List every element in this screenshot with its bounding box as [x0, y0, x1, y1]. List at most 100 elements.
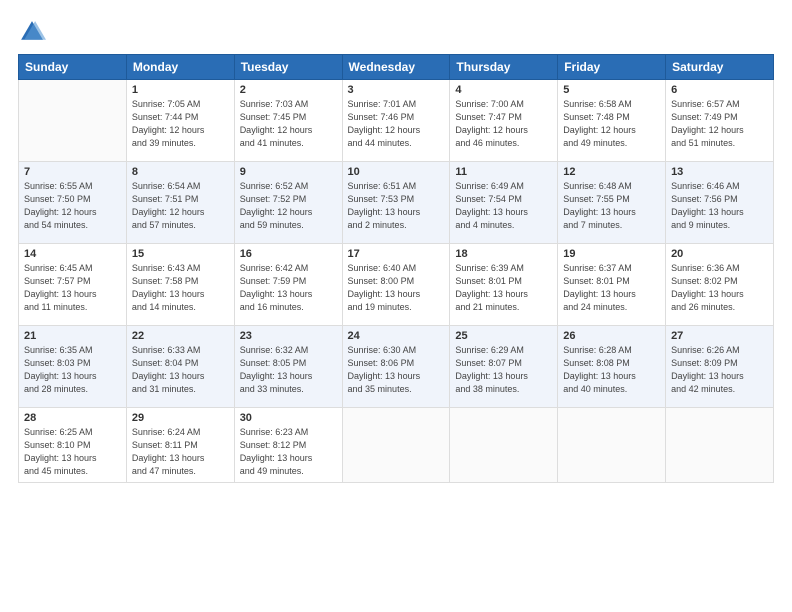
calendar-header-monday: Monday: [126, 55, 234, 80]
day-number: 22: [132, 330, 229, 342]
header: [18, 18, 774, 46]
day-info: Sunrise: 7:01 AMSunset: 7:46 PMDaylight:…: [348, 98, 445, 150]
calendar-cell: 27Sunrise: 6:26 AMSunset: 8:09 PMDayligh…: [666, 326, 774, 408]
day-number: 24: [348, 330, 445, 342]
day-info: Sunrise: 7:00 AMSunset: 7:47 PMDaylight:…: [455, 98, 552, 150]
calendar-cell: 6Sunrise: 6:57 AMSunset: 7:49 PMDaylight…: [666, 80, 774, 162]
calendar-cell: 14 Sunrise: 6:45 AMSunset: 7:57 PMDayligh…: [19, 244, 127, 326]
calendar-cell: 26 Sunrise: 6:28 AMSunset: 8:08 PMDayligh…: [558, 326, 666, 408]
day-number: 28: [24, 412, 121, 424]
calendar-cell: [450, 408, 558, 483]
calendar-cell: 24 Sunrise: 6:30 AMSunset: 8:06 PMDayligh…: [342, 326, 450, 408]
day-info: Sunrise: 6:32 AMSunset: 8:05 PMDaylight:…: [240, 344, 337, 396]
calendar-cell: 3 Sunrise: 7:01 AMSunset: 7:46 PMDaylight…: [342, 80, 450, 162]
day-number: 25: [455, 330, 552, 342]
day-info: Sunrise: 7:05 AMSunset: 7:44 PMDaylight:…: [132, 98, 229, 150]
calendar-header-saturday: Saturday: [666, 55, 774, 80]
logo: [18, 18, 50, 46]
day-info: Sunrise: 6:30 AMSunset: 8:06 PMDaylight:…: [348, 344, 445, 396]
calendar-cell: 11 Sunrise: 6:49 AMSunset: 7:54 PMDayligh…: [450, 162, 558, 244]
day-number: 3: [348, 84, 445, 96]
day-number: 1: [132, 84, 229, 96]
calendar-header-friday: Friday: [558, 55, 666, 80]
day-number: 18: [455, 248, 552, 260]
calendar-table: SundayMondayTuesdayWednesdayThursdayFrid…: [18, 54, 774, 483]
day-info: Sunrise: 6:36 AMSunset: 8:02 PMDaylight:…: [671, 262, 768, 314]
day-number: 14: [24, 248, 121, 260]
day-info: Sunrise: 6:55 AMSunset: 7:50 PMDaylight:…: [24, 180, 121, 232]
day-info: Sunrise: 6:52 AMSunset: 7:52 PMDaylight:…: [240, 180, 337, 232]
day-number: 23: [240, 330, 337, 342]
calendar-header-sunday: Sunday: [19, 55, 127, 80]
calendar-cell: 16 Sunrise: 6:42 AMSunset: 7:59 PMDayligh…: [234, 244, 342, 326]
day-info: Sunrise: 6:39 AMSunset: 8:01 PMDaylight:…: [455, 262, 552, 314]
logo-icon: [18, 18, 46, 46]
day-info: Sunrise: 6:35 AMSunset: 8:03 PMDaylight:…: [24, 344, 121, 396]
calendar-cell: 17Sunrise: 6:40 AMSunset: 8:00 PMDayligh…: [342, 244, 450, 326]
calendar-cell: [558, 408, 666, 483]
day-info: Sunrise: 6:48 AMSunset: 7:55 PMDaylight:…: [563, 180, 660, 232]
calendar-header-row: SundayMondayTuesdayWednesdayThursdayFrid…: [19, 55, 774, 80]
calendar-cell: 22 Sunrise: 6:33 AMSunset: 8:04 PMDayligh…: [126, 326, 234, 408]
page: SundayMondayTuesdayWednesdayThursdayFrid…: [0, 0, 792, 612]
day-info: Sunrise: 7:03 AMSunset: 7:45 PMDaylight:…: [240, 98, 337, 150]
calendar-cell: 28 Sunrise: 6:25 AMSunset: 8:10 PMDayligh…: [19, 408, 127, 483]
day-info: Sunrise: 6:54 AMSunset: 7:51 PMDaylight:…: [132, 180, 229, 232]
calendar-cell: 25 Sunrise: 6:29 AMSunset: 8:07 PMDayligh…: [450, 326, 558, 408]
calendar-cell: 1 Sunrise: 7:05 AMSunset: 7:44 PMDaylight…: [126, 80, 234, 162]
calendar-cell: 23 Sunrise: 6:32 AMSunset: 8:05 PMDayligh…: [234, 326, 342, 408]
calendar-cell: 7Sunrise: 6:55 AMSunset: 7:50 PMDaylight…: [19, 162, 127, 244]
calendar-cell: 15 Sunrise: 6:43 AMSunset: 7:58 PMDayligh…: [126, 244, 234, 326]
day-number: 9: [240, 166, 337, 178]
day-number: 21: [24, 330, 121, 342]
day-info: Sunrise: 6:29 AMSunset: 8:07 PMDaylight:…: [455, 344, 552, 396]
day-info: Sunrise: 6:57 AMSunset: 7:49 PMDaylight:…: [671, 98, 768, 150]
day-info: Sunrise: 6:37 AMSunset: 8:01 PMDaylight:…: [563, 262, 660, 314]
day-number: 20: [671, 248, 768, 260]
day-number: 16: [240, 248, 337, 260]
day-info: Sunrise: 6:25 AMSunset: 8:10 PMDaylight:…: [24, 426, 121, 478]
calendar-cell: 13 Sunrise: 6:46 AMSunset: 7:56 PMDayligh…: [666, 162, 774, 244]
calendar-cell: 8 Sunrise: 6:54 AMSunset: 7:51 PMDaylight…: [126, 162, 234, 244]
calendar-cell: 29 Sunrise: 6:24 AMSunset: 8:11 PMDayligh…: [126, 408, 234, 483]
day-info: Sunrise: 6:24 AMSunset: 8:11 PMDaylight:…: [132, 426, 229, 478]
day-info: Sunrise: 6:42 AMSunset: 7:59 PMDaylight:…: [240, 262, 337, 314]
day-number: 12: [563, 166, 660, 178]
day-number: 30: [240, 412, 337, 424]
calendar-header-thursday: Thursday: [450, 55, 558, 80]
day-number: 17: [348, 248, 445, 260]
day-number: 5: [563, 84, 660, 96]
day-number: 15: [132, 248, 229, 260]
calendar-cell: 9 Sunrise: 6:52 AMSunset: 7:52 PMDaylight…: [234, 162, 342, 244]
day-number: 11: [455, 166, 552, 178]
day-number: 19: [563, 248, 660, 260]
day-info: Sunrise: 6:49 AMSunset: 7:54 PMDaylight:…: [455, 180, 552, 232]
calendar-cell: 5 Sunrise: 6:58 AMSunset: 7:48 PMDaylight…: [558, 80, 666, 162]
day-number: 4: [455, 84, 552, 96]
calendar-header-tuesday: Tuesday: [234, 55, 342, 80]
day-number: 29: [132, 412, 229, 424]
day-info: Sunrise: 6:51 AMSunset: 7:53 PMDaylight:…: [348, 180, 445, 232]
calendar-cell: 21 Sunrise: 6:35 AMSunset: 8:03 PMDayligh…: [19, 326, 127, 408]
calendar-cell: [19, 80, 127, 162]
calendar-cell: 12 Sunrise: 6:48 AMSunset: 7:55 PMDayligh…: [558, 162, 666, 244]
day-info: Sunrise: 6:28 AMSunset: 8:08 PMDaylight:…: [563, 344, 660, 396]
day-info: Sunrise: 6:26 AMSunset: 8:09 PMDaylight:…: [671, 344, 768, 396]
day-info: Sunrise: 6:23 AMSunset: 8:12 PMDaylight:…: [240, 426, 337, 478]
day-info: Sunrise: 6:45 AMSunset: 7:57 PMDaylight:…: [24, 262, 121, 314]
day-number: 26: [563, 330, 660, 342]
calendar-cell: 20 Sunrise: 6:36 AMSunset: 8:02 PMDayligh…: [666, 244, 774, 326]
calendar-cell: 10Sunrise: 6:51 AMSunset: 7:53 PMDayligh…: [342, 162, 450, 244]
calendar-cell: 4 Sunrise: 7:00 AMSunset: 7:47 PMDaylight…: [450, 80, 558, 162]
calendar-cell: 18 Sunrise: 6:39 AMSunset: 8:01 PMDayligh…: [450, 244, 558, 326]
day-info: Sunrise: 6:33 AMSunset: 8:04 PMDaylight:…: [132, 344, 229, 396]
day-info: Sunrise: 6:46 AMSunset: 7:56 PMDaylight:…: [671, 180, 768, 232]
day-info: Sunrise: 6:43 AMSunset: 7:58 PMDaylight:…: [132, 262, 229, 314]
day-info: Sunrise: 6:58 AMSunset: 7:48 PMDaylight:…: [563, 98, 660, 150]
calendar-cell: 19 Sunrise: 6:37 AMSunset: 8:01 PMDayligh…: [558, 244, 666, 326]
calendar-cell: [342, 408, 450, 483]
calendar-cell: 2Sunrise: 7:03 AMSunset: 7:45 PMDaylight…: [234, 80, 342, 162]
day-number: 8: [132, 166, 229, 178]
calendar-cell: [666, 408, 774, 483]
day-number: 13: [671, 166, 768, 178]
